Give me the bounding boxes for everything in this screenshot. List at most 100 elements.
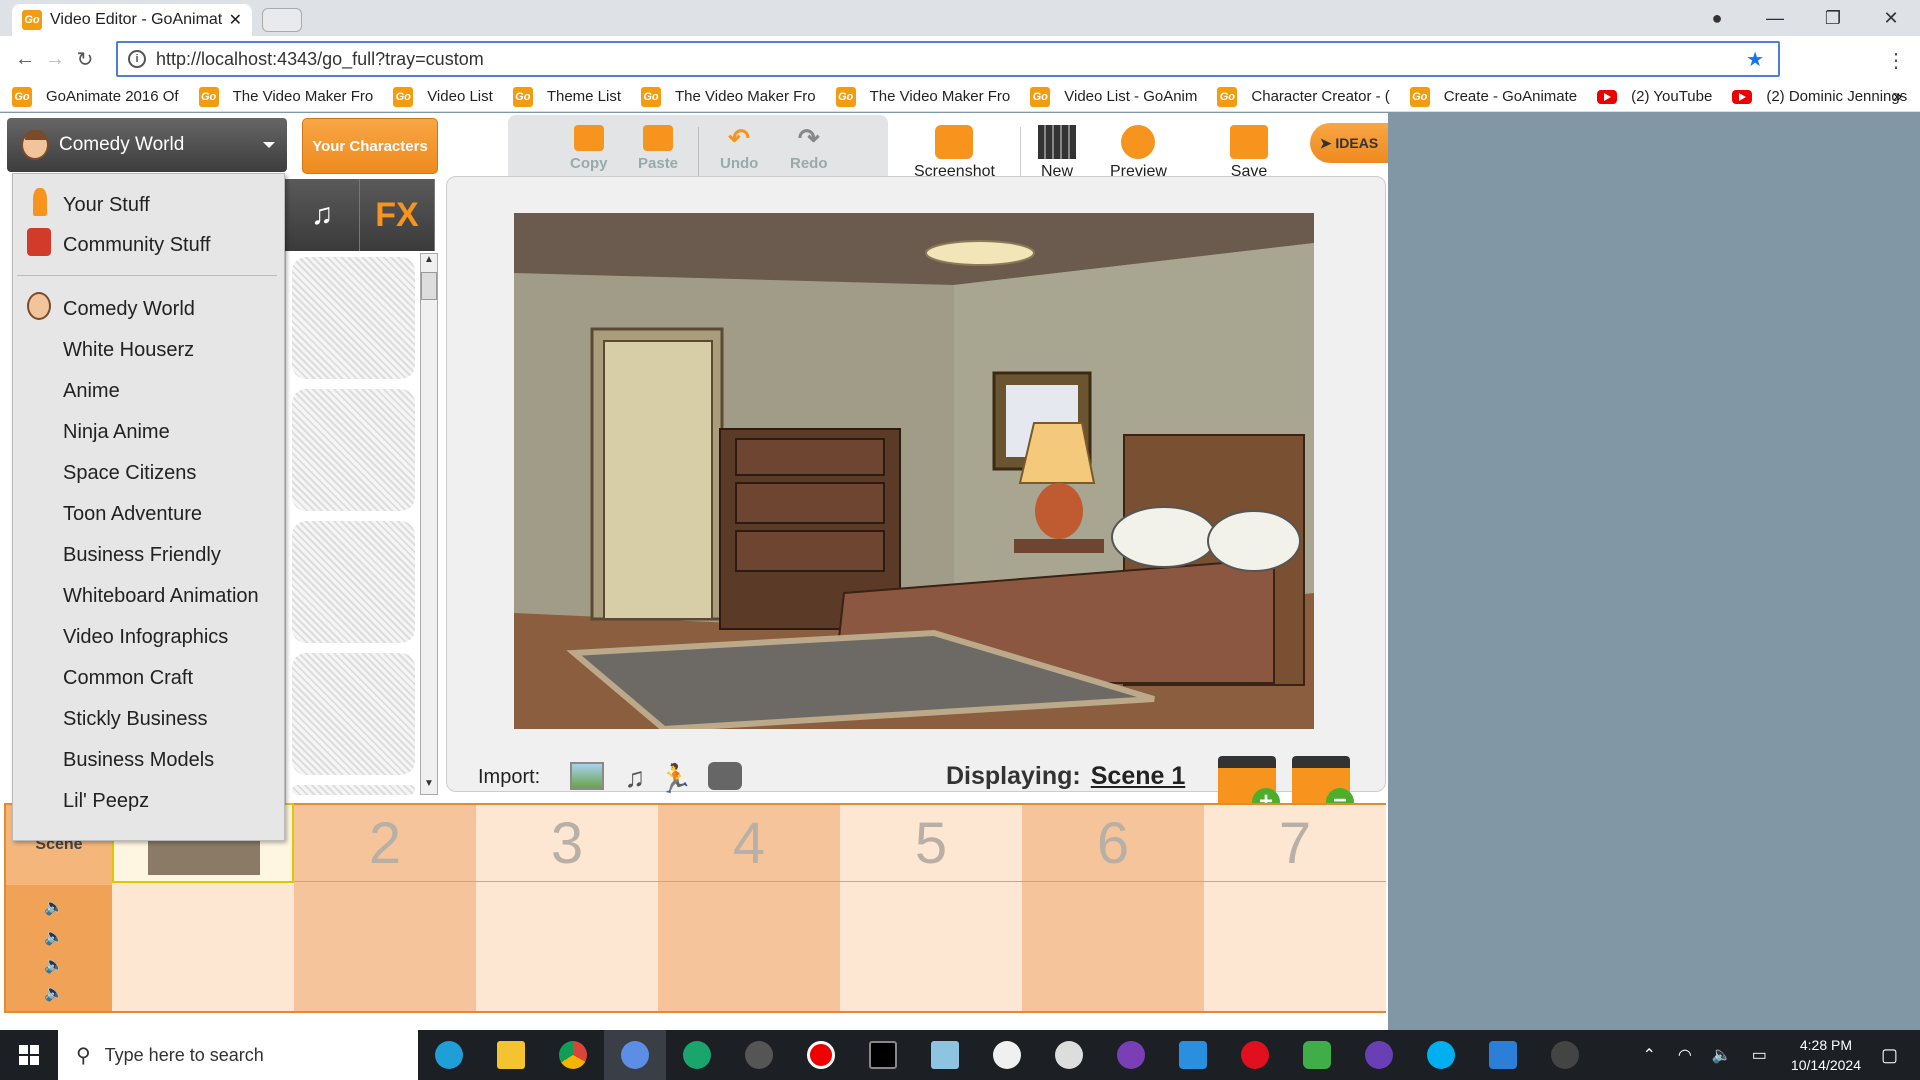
menu-item-theme[interactable]: Business Models [63, 749, 214, 772]
menu-item-theme[interactable]: Space Citizens [63, 462, 196, 485]
import-video-icon[interactable] [708, 762, 742, 790]
bookmark-item[interactable]: (2) YouTube [1597, 88, 1712, 105]
your-characters-button[interactable]: Your Characters [302, 118, 438, 174]
bookmark-item[interactable]: Go Character Creator - ( [1217, 86, 1390, 107]
file-explorer-icon[interactable] [480, 1030, 542, 1080]
close-tab-icon[interactable]: ✕ [229, 10, 242, 30]
settings-app-icon[interactable] [728, 1030, 790, 1080]
menu-item-theme[interactable]: Lil' Peepz [63, 790, 149, 813]
screenshot-button[interactable]: Screenshot [914, 125, 995, 181]
menu-item-theme[interactable]: Toon Adventure [63, 503, 202, 526]
new-button[interactable]: New [1038, 125, 1076, 181]
music-tab[interactable]: ♫ [285, 179, 360, 251]
menu-item-theme[interactable]: Stickly Business [63, 708, 208, 731]
paste-button[interactable]: Paste [638, 125, 678, 172]
undo-button[interactable]: ↶ Undo [720, 125, 758, 172]
chromium-icon[interactable] [604, 1030, 666, 1080]
scroll-thumb[interactable] [421, 272, 437, 300]
photos-icon[interactable] [1472, 1030, 1534, 1080]
import-background-icon[interactable] [570, 762, 604, 790]
menu-item-community-stuff[interactable]: Community Stuff [63, 234, 210, 257]
redo-button[interactable]: ↷ Redo [790, 125, 828, 172]
app-green-icon[interactable] [1286, 1030, 1348, 1080]
bedroom-scene[interactable] [514, 213, 1314, 729]
scene-slot-3[interactable]: 3 [476, 805, 658, 1011]
current-scene-link[interactable]: Scene 1 [1091, 762, 1186, 790]
import-sound-icon[interactable]: ♫ [618, 762, 652, 793]
reload-icon[interactable]: ↻ [70, 47, 100, 72]
bookmark-item[interactable]: Go The Video Maker Fro [198, 86, 373, 107]
forward-icon[interactable]: → [40, 48, 70, 71]
taskbar-clock[interactable]: 4:28 PM 10/14/2024 [1791, 1035, 1861, 1075]
tray-slot[interactable] [292, 389, 415, 511]
scene-slot-7[interactable]: 7 [1204, 805, 1386, 1011]
scene-slot-4[interactable]: 4 [658, 805, 840, 1011]
taskbar-search[interactable]: ⚲ Type here to search [58, 1030, 418, 1080]
ideas-button[interactable]: ➤ IDEAS [1310, 123, 1388, 163]
vscode-icon[interactable] [1162, 1030, 1224, 1080]
menu-item-theme[interactable]: Business Friendly [63, 544, 221, 567]
menu-item-your-stuff[interactable]: Your Stuff [63, 194, 150, 217]
tray-slot[interactable] [292, 785, 415, 795]
menu-item-theme[interactable]: Anime [63, 380, 120, 403]
scroll-down-icon[interactable]: ▼ [421, 778, 437, 794]
bookmark-item[interactable]: Go Theme List [512, 86, 621, 107]
opera-icon[interactable] [1224, 1030, 1286, 1080]
scene-slot-2[interactable]: 2 [294, 805, 476, 1011]
tray-slot[interactable] [292, 653, 415, 775]
import-character-icon[interactable]: 🏃 [658, 762, 693, 794]
new-tab-button[interactable] [262, 8, 302, 32]
app-icon[interactable] [666, 1030, 728, 1080]
terminal-icon[interactable] [852, 1030, 914, 1080]
menu-item-theme[interactable]: Comedy World [63, 298, 195, 321]
menu-item-theme[interactable]: Whiteboard Animation [63, 585, 259, 608]
tray-slot[interactable] [292, 521, 415, 643]
fx-tab[interactable]: FX [360, 179, 435, 251]
bookmark-item[interactable]: Go The Video Maker Fro [641, 86, 816, 107]
clock-app-icon[interactable] [976, 1030, 1038, 1080]
info-icon[interactable]: i [128, 50, 146, 68]
bookmark-item[interactable]: Go Create - GoAnimate [1409, 86, 1577, 107]
bookmark-item[interactable]: Go Video List [393, 86, 493, 107]
bookmark-star-icon[interactable]: ★ [1746, 47, 1764, 72]
back-icon[interactable]: ← [10, 48, 40, 71]
menu-item-theme[interactable]: Ninja Anime [63, 421, 170, 444]
bookmark-item[interactable]: Go The Video Maker Fro [835, 86, 1010, 107]
bookmark-item[interactable]: Go GoAnimate 2016 Of [12, 86, 179, 107]
network-icon[interactable]: ◠ [1678, 1045, 1692, 1065]
close-window-button[interactable]: ✕ [1862, 8, 1920, 29]
bookmark-item[interactable]: (2) Dominic Jennings [1732, 88, 1907, 105]
scene-slot-6[interactable]: 6 [1022, 805, 1204, 1011]
start-button[interactable] [0, 1030, 58, 1080]
record-icon[interactable] [790, 1030, 852, 1080]
tray-scrollbar[interactable]: ▲ ▼ [420, 253, 438, 795]
url-input[interactable]: i http://localhost:4343/go_full?tray=cus… [116, 41, 1780, 77]
save-button[interactable]: Save [1230, 125, 1268, 181]
ff-app-icon[interactable] [1534, 1030, 1596, 1080]
scroll-up-icon[interactable]: ▲ [421, 254, 437, 270]
theme-selector[interactable]: Comedy World [7, 118, 287, 172]
bookmark-item[interactable]: Go Video List - GoAnim [1030, 86, 1197, 107]
browser-tab-active[interactable]: Go Video Editor - GoAnimate ✕ [12, 4, 252, 36]
notepad-icon[interactable] [914, 1030, 976, 1080]
tray-slot[interactable] [292, 257, 415, 379]
minimize-button[interactable]: — [1746, 8, 1804, 29]
skype-icon[interactable] [1410, 1030, 1472, 1080]
browser-menu-icon[interactable]: ⋮ [1886, 48, 1906, 73]
github-icon[interactable] [1100, 1030, 1162, 1080]
bookmarks-more-icon[interactable]: » [1893, 88, 1902, 106]
profile-icon[interactable]: ● [1688, 8, 1746, 29]
menu-item-theme[interactable]: Common Craft [63, 667, 193, 690]
battery-icon[interactable]: ▭ [1752, 1045, 1767, 1065]
volume-icon[interactable]: 🔈 [1712, 1045, 1732, 1065]
chrome-icon[interactable] [542, 1030, 604, 1080]
copy-button[interactable]: Copy [570, 125, 608, 172]
menu-item-theme[interactable]: Video Infographics [63, 626, 228, 649]
chevron-up-icon[interactable]: ⌃ [1642, 1045, 1655, 1065]
scene-slot-5[interactable]: 5 [840, 805, 1022, 1011]
notification-icon[interactable]: ▢ [1881, 1045, 1898, 1066]
media-player-icon[interactable] [1348, 1030, 1410, 1080]
edge-icon[interactable] [418, 1030, 480, 1080]
menu-item-theme[interactable]: White Houserz [63, 339, 194, 362]
gear-icon[interactable] [1038, 1030, 1100, 1080]
